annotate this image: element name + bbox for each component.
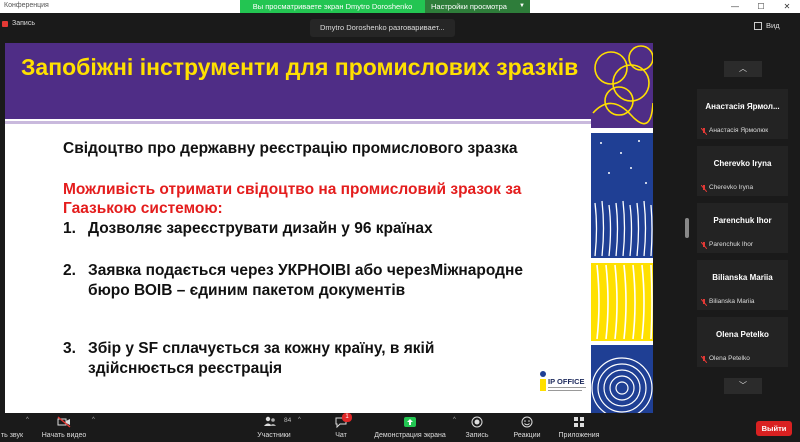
reaction-smiley-icon	[521, 416, 533, 428]
close-button[interactable]: ✕	[776, 0, 798, 13]
list-item-text: Заявка подається через УКРНОІВІ або чере…	[88, 262, 523, 299]
maximize-icon: ☐	[757, 2, 765, 11]
participant-label: Cherevko Iryna	[709, 184, 754, 191]
list-item: 1. Дозволяє зареєструвати дизайн у 96 кр…	[63, 219, 543, 239]
participant-label: Olena Petelko	[709, 355, 750, 362]
mic-muted-icon	[701, 128, 707, 135]
video-options-chevron-icon[interactable]: ^	[92, 417, 95, 423]
participant-tile[interactable]: Olena Petelko Olena Petelko	[697, 317, 788, 367]
share-banner: Вы просматриваете экран Dmytro Doroshenk…	[240, 0, 530, 13]
close-icon: ✕	[783, 2, 791, 11]
chevron-down-icon: ﹀	[739, 381, 747, 390]
decorative-pattern	[591, 43, 653, 415]
audio-label: ть звук	[0, 432, 24, 439]
apps-grid-icon	[574, 417, 584, 427]
share-screen-label: Демонстрация экрана	[374, 432, 446, 439]
panel-resize-handle[interactable]	[685, 218, 689, 238]
record-label: Запись	[465, 432, 489, 439]
logo-subline	[548, 390, 582, 391]
share-screen-button[interactable]: Демонстрация экрана	[366, 413, 454, 442]
minimize-button[interactable]: —	[724, 0, 746, 13]
list-item-number: 3.	[63, 340, 76, 357]
active-speaker-label: Dmytro Doroshenko разговаривает...	[310, 19, 455, 37]
window-title: Конференция	[4, 2, 49, 9]
chat-unread-badge: 1	[342, 413, 352, 422]
apps-label: Приложения	[558, 432, 600, 439]
shared-screen-slide: Запобіжні інструменти для промислових зр…	[5, 43, 653, 415]
reactions-button[interactable]: Реакции	[508, 413, 546, 442]
leave-meeting-button[interactable]: Выйти	[756, 421, 792, 436]
record-button[interactable]: Запись	[460, 413, 494, 442]
scroll-up-button[interactable]: ︿	[724, 61, 762, 77]
participant-tile[interactable]: Cherevko Iryna Cherevko Iryna	[697, 146, 788, 196]
participant-label: Bilianska Mariia	[709, 298, 755, 305]
logo-text: IP OFFICE	[548, 377, 585, 386]
participant-tile[interactable]: Bilianska Mariia Bilianska Mariia	[697, 260, 788, 310]
participant-name: Cherevko Iryna	[713, 159, 772, 168]
view-options-label: Настройки просмотра	[431, 2, 507, 11]
list-item-number: 1.	[63, 220, 76, 237]
share-status: Вы просматриваете экран Dmytro Doroshenk…	[240, 0, 425, 13]
slide-subtitle: Свідоцтво про державну реєстрацію промис…	[63, 140, 518, 157]
start-video-button[interactable]: Начать видео	[38, 413, 90, 442]
grid-view-icon	[754, 22, 762, 30]
participant-label: Анастасія Ярмолюк	[709, 127, 769, 134]
participant-name: Анастасія Ярмол...	[705, 102, 780, 111]
logo-subline	[548, 387, 586, 388]
record-dot-icon	[2, 21, 8, 27]
logo-mark-icon	[540, 371, 546, 391]
recording-indicator[interactable]: Запись	[0, 17, 35, 31]
participants-label: Участники	[257, 432, 291, 439]
mic-muted-icon	[701, 356, 707, 363]
ip-office-logo: IP OFFICE	[538, 366, 586, 408]
audio-options-chevron-icon[interactable]: ^	[26, 417, 29, 423]
record-icon	[471, 416, 483, 428]
zoom-window: Конференция Вы просматриваете экран Dmyt…	[0, 0, 800, 442]
chat-button[interactable]: Чат	[325, 413, 357, 442]
share-options-chevron-icon[interactable]: ^	[453, 417, 456, 423]
slide-header-divider	[5, 121, 595, 124]
mic-muted-icon	[701, 242, 707, 249]
apps-button[interactable]: Приложения	[555, 413, 603, 442]
list-item-text: Збір у SF сплачується за кожну країну, в…	[88, 340, 435, 377]
participants-icon	[264, 416, 277, 426]
list-item-number: 2.	[63, 262, 76, 279]
participant-tile[interactable]: Parenchuk Ihor Parenchuk Ihor	[697, 203, 788, 253]
reactions-label: Реакции	[513, 432, 541, 439]
recording-label: Запись	[12, 20, 35, 27]
slide-highlight: Можливість отримати свідоцтво на промисл…	[63, 181, 522, 217]
video-off-icon	[57, 416, 71, 428]
title-bar: Конференция Вы просматриваете экран Dmyt…	[0, 0, 800, 13]
maximize-button[interactable]: ☐	[750, 0, 772, 13]
chat-label: Чат	[335, 432, 347, 439]
chevron-up-icon: ︿	[739, 64, 747, 73]
mic-muted-icon	[701, 299, 707, 306]
mic-muted-icon	[701, 185, 707, 192]
participant-name: Parenchuk Ihor	[713, 216, 772, 225]
list-item: 3. Збір у SF сплачується за кожну країну…	[63, 339, 543, 379]
meeting-toolbar: ть звук ^ Начать видео ^ Участники 84 ^	[0, 413, 800, 442]
share-screen-icon	[404, 417, 416, 427]
chevron-down-icon: ▼	[519, 3, 525, 9]
view-label: Вид	[766, 21, 780, 30]
view-button[interactable]: Вид	[752, 18, 796, 34]
participants-count: 84	[284, 417, 292, 424]
view-options-button[interactable]: Настройки просмотра ▼	[425, 0, 530, 13]
participant-tile[interactable]: Анастасія Ярмол... Анастасія Ярмолюк	[697, 89, 788, 139]
participant-name: Bilianska Mariia	[712, 273, 773, 282]
start-video-label: Начать видео	[41, 432, 87, 439]
participants-options-chevron-icon[interactable]: ^	[298, 417, 301, 423]
list-item: 2. Заявка подається через УКРНОІВІ або ч…	[63, 261, 543, 321]
participant-label: Parenchuk Ihor	[709, 241, 754, 248]
list-item-text: Дозволяє зареєструвати дизайн у 96 країн…	[88, 220, 433, 237]
minimize-icon: —	[731, 2, 739, 11]
scroll-down-button[interactable]: ﹀	[724, 378, 762, 394]
slide-title: Запобіжні інструменти для промислових зр…	[21, 54, 579, 80]
slide-header: Запобіжні інструменти для промислових зр…	[5, 43, 595, 119]
audio-button[interactable]: ть звук	[0, 413, 24, 442]
participant-name: Olena Petelko	[716, 330, 769, 339]
